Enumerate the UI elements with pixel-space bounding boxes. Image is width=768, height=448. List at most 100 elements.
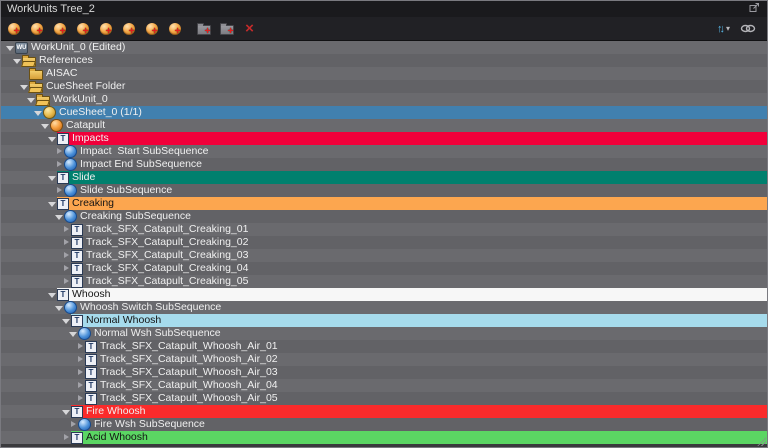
tree-row[interactable]: T Track_SFX_Catapult_Whoosh_Air_04 <box>1 379 767 392</box>
expander-expanded-icon[interactable] <box>47 288 57 301</box>
expander-collapsed-icon[interactable] <box>61 236 71 249</box>
expander-expanded-icon[interactable] <box>40 119 50 132</box>
expander-collapsed-icon[interactable] <box>75 353 85 366</box>
add-cue-shuffle-button[interactable]: + <box>50 20 69 38</box>
tree-row[interactable]: T Track_SFX_Catapult_Whoosh_Air_03 <box>1 366 767 379</box>
track-icon: T <box>85 366 97 379</box>
tree-row[interactable]: T Slide <box>1 171 767 184</box>
tree-row-content: T Creaking <box>57 197 767 210</box>
expander-collapsed-icon[interactable] <box>61 262 71 275</box>
chevron-down-icon: ▾ <box>725 24 730 33</box>
tree-row-content: Normal Wsh SubSequence <box>78 327 767 340</box>
cue-add-icon: + <box>145 22 158 36</box>
folder-add-icon: + <box>196 22 211 37</box>
expander-expanded-icon[interactable] <box>47 197 57 210</box>
expander-expanded-icon[interactable] <box>61 314 71 327</box>
tree-row[interactable]: T Track_SFX_Catapult_Creaking_02 <box>1 236 767 249</box>
expander-expanded-icon[interactable] <box>5 41 15 54</box>
tree-row[interactable]: Impact Start SubSequence <box>1 145 767 158</box>
expander-expanded-icon[interactable] <box>61 405 71 418</box>
tree-row-content: T Track_SFX_Catapult_Creaking_05 <box>71 275 767 288</box>
tree-row-label: Creaking SubSequence <box>80 210 191 222</box>
folder-open-icon <box>29 80 43 93</box>
expander-collapsed-icon[interactable] <box>61 223 71 236</box>
tree-row[interactable]: T Track_SFX_Catapult_Creaking_05 <box>1 275 767 288</box>
expander-expanded-icon[interactable] <box>54 210 64 223</box>
tree-row-label: Fire Whoosh <box>86 405 146 417</box>
tree-row-content: T Track_SFX_Catapult_Whoosh_Air_05 <box>85 392 767 405</box>
add-cue-random-norepeat-button[interactable]: + <box>96 20 115 38</box>
add-cue-combo-sequential-button[interactable]: + <box>142 20 161 38</box>
expander-collapsed-icon[interactable] <box>68 418 78 431</box>
link-button[interactable] <box>738 20 757 38</box>
tree-row[interactable]: T Acid Whoosh <box>1 431 767 444</box>
cue-add-icon: + <box>7 22 20 37</box>
tree-row[interactable]: T Track_SFX_Catapult_Whoosh_Air_02 <box>1 353 767 366</box>
cue-add-icon: + <box>76 22 89 36</box>
tree-row[interactable]: T Track_SFX_Catapult_Creaking_01 <box>1 223 767 236</box>
tree-row[interactable]: CueSheet Folder <box>1 80 767 93</box>
add-cue-sequential-button[interactable]: + <box>27 20 46 38</box>
tree-row[interactable]: WorkUnit_0 <box>1 93 767 106</box>
tree-row[interactable]: Normal Wsh SubSequence <box>1 327 767 340</box>
add-cue-switch-button[interactable]: + <box>119 20 138 38</box>
tree-row[interactable]: WU WorkUnit_0 (Edited) <box>1 41 767 54</box>
tree-row[interactable]: T Whoosh <box>1 288 767 301</box>
expander-collapsed-icon[interactable] <box>75 366 85 379</box>
expander-expanded-icon[interactable] <box>33 106 43 119</box>
plus-badge-icon: + <box>227 26 234 37</box>
expander-collapsed-icon[interactable] <box>75 379 85 392</box>
tree-row-label: Track_SFX_Catapult_Whoosh_Air_01 <box>100 340 278 352</box>
expander-collapsed-icon[interactable] <box>54 184 64 197</box>
cuesheet-icon <box>43 106 56 119</box>
expander-collapsed-icon[interactable] <box>75 392 85 405</box>
tree-row[interactable]: T Fire Whoosh <box>1 405 767 418</box>
plus-badge-icon: + <box>13 25 20 37</box>
delete-button[interactable]: × <box>240 20 259 38</box>
expander-expanded-icon[interactable] <box>68 327 78 340</box>
subsequence-icon <box>78 327 91 340</box>
tree-row[interactable]: T Track_SFX_Catapult_Whoosh_Air_05 <box>1 392 767 405</box>
expander-collapsed-icon[interactable] <box>61 249 71 262</box>
tree-row[interactable]: Whoosh Switch SubSequence <box>1 301 767 314</box>
add-cuesheet-folder-button[interactable]: + <box>194 20 213 38</box>
tree-row[interactable]: Catapult <box>1 119 767 132</box>
tree-row-label: Impact End SubSequence <box>80 158 203 170</box>
tree-row-content: Catapult <box>50 119 767 132</box>
workunits-tree: WU WorkUnit_0 (Edited) References AISAC CueS… <box>1 41 767 447</box>
tree-row[interactable]: T Normal Whoosh <box>1 314 767 327</box>
tree-row[interactable]: T Track_SFX_Catapult_Whoosh_Air_01 <box>1 340 767 353</box>
tree-row[interactable]: AISAC <box>1 67 767 80</box>
expander-collapsed-icon[interactable] <box>75 340 85 353</box>
expander-expanded-icon[interactable] <box>54 301 64 314</box>
add-folder-button[interactable]: + <box>217 20 236 38</box>
sort-order-button[interactable]: ↑↓ ▾ <box>715 20 734 38</box>
tree-row-label: Acid Whoosh <box>86 431 148 443</box>
tree-row[interactable]: References <box>1 54 767 67</box>
tree-row[interactable]: Slide SubSequence <box>1 184 767 197</box>
expander-collapsed-icon[interactable] <box>61 431 71 444</box>
resize-grip[interactable] <box>757 437 766 446</box>
expander-expanded-icon[interactable] <box>47 171 57 184</box>
tree-row[interactable]: T Creaking <box>1 197 767 210</box>
tree-row-label: AISAC <box>46 67 78 79</box>
expander-collapsed-icon[interactable] <box>54 158 64 171</box>
tree-row-label: WorkUnit_0 <box>53 93 108 105</box>
tree-row[interactable]: T Impacts <box>1 132 767 145</box>
add-cue-track-button[interactable]: + <box>165 20 184 38</box>
tree-row[interactable]: Impact End SubSequence <box>1 158 767 171</box>
tree-row[interactable]: T Track_SFX_Catapult_Creaking_04 <box>1 262 767 275</box>
expander-collapsed-icon[interactable] <box>54 145 64 158</box>
add-cue-polyphonic-button[interactable]: + <box>4 20 23 38</box>
tree-row[interactable]: Creaking SubSequence <box>1 210 767 223</box>
delete-x-icon: × <box>245 21 254 36</box>
window-title: WorkUnits Tree_2 <box>7 3 95 15</box>
track-icon: T <box>71 262 83 275</box>
tree-row[interactable]: Fire Wsh SubSequence <box>1 418 767 431</box>
expander-collapsed-icon[interactable] <box>61 275 71 288</box>
tree-row[interactable]: T Track_SFX_Catapult_Creaking_03 <box>1 249 767 262</box>
tree-row-label: CueSheet_0 (1/1) <box>59 106 142 118</box>
tree-row[interactable]: CueSheet_0 (1/1) <box>1 106 767 119</box>
add-cue-random-button[interactable]: + <box>73 20 92 38</box>
expander-expanded-icon[interactable] <box>47 132 57 145</box>
